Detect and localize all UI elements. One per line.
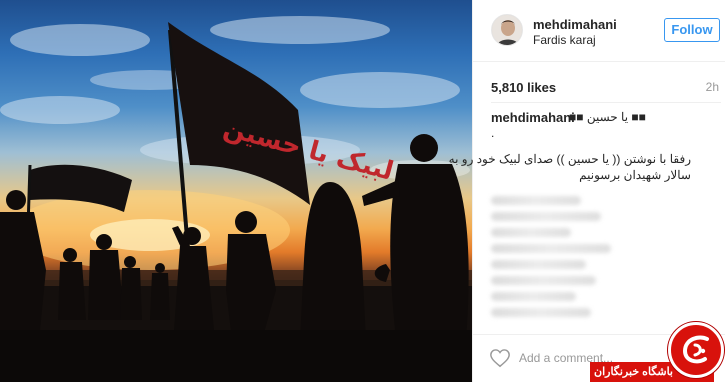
post-username[interactable]: mehdimahani: [533, 17, 617, 32]
caption-dot: .: [491, 126, 495, 140]
blurred-comment: [491, 196, 581, 205]
pilgrims-silhouette-image: لبیک یا حسین: [0, 16, 472, 382]
watermark-logo-icon: [682, 335, 709, 364]
blurred-comment: [491, 260, 586, 269]
blurred-comment: [491, 212, 601, 221]
post-header: mehdimahani Fardis karaj Follow: [473, 0, 725, 62]
heart-icon[interactable]: [489, 347, 511, 369]
avatar[interactable]: [491, 14, 523, 46]
avatar-image: [492, 15, 522, 45]
blurred-comment: [491, 228, 571, 237]
blurred-comment: [491, 276, 596, 285]
likes-count[interactable]: 5,810 likes: [491, 80, 556, 95]
caption-line: سالار شهیدان برسونیم: [579, 168, 691, 182]
post-time[interactable]: 2h: [706, 80, 719, 94]
blurred-comment: [491, 308, 591, 317]
divider: [491, 102, 721, 103]
caption-title: ■■ یا حسین ■■: [569, 110, 646, 124]
blurred-comment: [491, 292, 576, 301]
blurred-comment: [491, 244, 611, 253]
post-photo[interactable]: لبیک یا حسین: [0, 0, 472, 382]
follow-button[interactable]: Follow: [664, 18, 720, 42]
caption-line: رفقا با نوشتن (( یا حسین )) صدای لبیک خو…: [448, 152, 691, 166]
caption-username[interactable]: mehdimahani: [491, 110, 575, 125]
watermark-logo: [668, 322, 724, 378]
post-location[interactable]: Fardis karaj: [533, 33, 596, 47]
